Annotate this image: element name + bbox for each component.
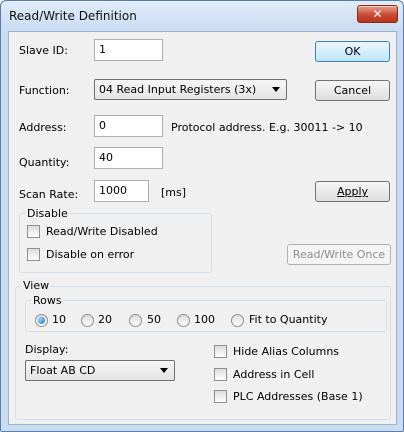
rows-50-label: 50 xyxy=(147,313,161,326)
slave-id-label: Slave ID: xyxy=(19,44,68,57)
function-select-value: 04 Read Input Registers (3x) xyxy=(99,83,257,96)
close-button[interactable]: ✕ xyxy=(357,5,398,23)
plc-addresses-checkbox[interactable] xyxy=(214,390,227,403)
disable-on-error-checkbox[interactable] xyxy=(27,248,40,261)
address-in-cell-checkbox[interactable] xyxy=(214,368,227,381)
hide-alias-columns-checkbox[interactable] xyxy=(214,345,227,358)
read-write-once-button[interactable]: Read/Write Once xyxy=(287,244,391,265)
disable-on-error-label: Disable on error xyxy=(46,248,135,261)
read-write-disabled-checkbox[interactable] xyxy=(27,225,40,238)
apply-button[interactable]: Apply xyxy=(315,181,390,202)
hide-alias-columns-label: Hide Alias Columns xyxy=(233,345,340,358)
rows-fit-radio[interactable] xyxy=(231,314,244,327)
rows-20-radio[interactable] xyxy=(81,314,94,327)
read-write-definition-dialog: Read/Write Definition ✕ Slave ID: 1 OK F… xyxy=(0,0,404,432)
chevron-down-icon xyxy=(160,368,168,373)
cancel-button[interactable]: Cancel xyxy=(315,80,390,101)
chevron-down-icon xyxy=(272,87,280,92)
display-select[interactable]: Float AB CD xyxy=(25,360,175,381)
function-select[interactable]: 04 Read Input Registers (3x) xyxy=(94,79,287,100)
rows-10-radio[interactable] xyxy=(35,314,48,327)
rows-50-radio[interactable] xyxy=(129,314,142,327)
view-group-title: View xyxy=(21,279,52,292)
scan-rate-unit: [ms] xyxy=(161,186,187,199)
quantity-label: Quantity: xyxy=(19,156,70,169)
rows-10-label: 10 xyxy=(52,313,66,326)
display-label: Display: xyxy=(25,343,69,356)
close-icon: ✕ xyxy=(372,7,383,21)
disable-groupbox xyxy=(19,213,212,273)
slave-id-input[interactable]: 1 xyxy=(94,39,163,61)
disable-group-title: Disable xyxy=(25,207,70,220)
rows-100-label: 100 xyxy=(194,313,215,326)
function-label: Function: xyxy=(19,84,70,97)
rows-group-title: Rows xyxy=(31,294,64,307)
address-hint: Protocol address. E.g. 30011 -> 10 xyxy=(171,121,363,134)
dialog-body: Slave ID: 1 OK Function: 04 Read Input R… xyxy=(8,31,397,425)
scan-rate-input[interactable]: 1000 xyxy=(94,180,149,202)
address-in-cell-label: Address in Cell xyxy=(233,368,315,381)
plc-addresses-label: PLC Addresses (Base 1) xyxy=(233,390,363,403)
rows-100-radio[interactable] xyxy=(177,314,190,327)
address-input[interactable]: 0 xyxy=(94,115,163,137)
quantity-input[interactable]: 40 xyxy=(94,147,163,169)
ok-button[interactable]: OK xyxy=(315,41,390,62)
rows-20-label: 20 xyxy=(98,313,112,326)
window-title: Read/Write Definition xyxy=(9,9,137,23)
apply-button-label: Apply xyxy=(336,185,369,198)
display-select-value: Float AB CD xyxy=(30,364,96,377)
rows-fit-label: Fit to Quantity xyxy=(249,313,328,326)
read-write-disabled-label: Read/Write Disabled xyxy=(46,225,158,238)
title-bar: Read/Write Definition ✕ xyxy=(1,1,403,31)
scan-rate-label: Scan Rate: xyxy=(19,188,79,201)
address-label: Address: xyxy=(19,121,67,134)
